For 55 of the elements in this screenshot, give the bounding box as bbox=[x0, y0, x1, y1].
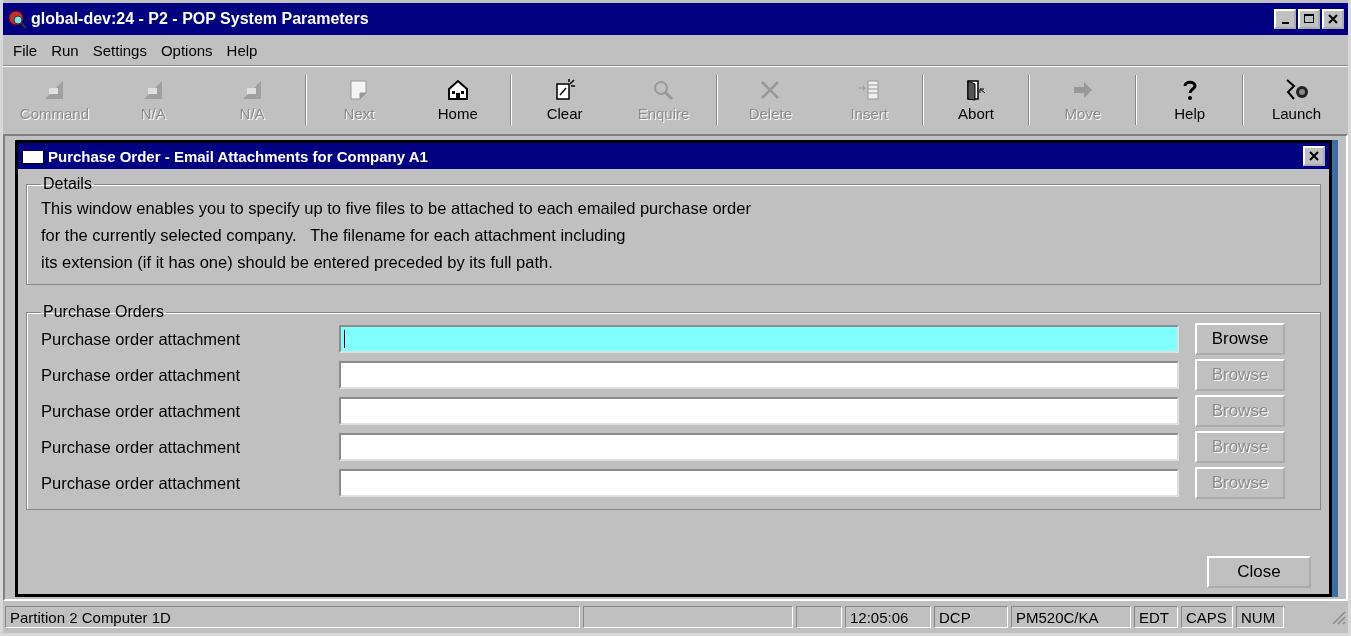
close-button[interactable] bbox=[1322, 9, 1344, 29]
menu-item[interactable]: Settings bbox=[86, 41, 155, 59]
description-text: its extension (if it has one) should be entered preceded by its full path. bbox=[41, 252, 554, 273]
minimize-button[interactable] bbox=[1274, 9, 1296, 29]
sparkle-page-icon bbox=[553, 78, 576, 101]
maximize-button[interactable] bbox=[1298, 9, 1320, 29]
menu-item[interactable]: Run bbox=[45, 41, 87, 59]
input-field[interactable] bbox=[339, 469, 1179, 497]
status-panel: NUM bbox=[1236, 606, 1284, 628]
close-icon bbox=[1308, 150, 1320, 162]
field-label: Purchase order attachment bbox=[41, 437, 242, 457]
field-label: Purchase order attachment bbox=[41, 329, 242, 349]
window-icon bbox=[22, 148, 44, 164]
field-label: Purchase order attachment bbox=[41, 473, 242, 493]
minimize-icon bbox=[1281, 22, 1289, 24]
input-field[interactable] bbox=[339, 361, 1179, 389]
description-text: This window enables you to specify up to five files to be attached to each emailed purchase order bbox=[41, 198, 752, 219]
page-icon bbox=[347, 78, 370, 101]
group-label: Purchase Orders bbox=[42, 303, 165, 321]
toolbar-button[interactable]: Help bbox=[1140, 70, 1240, 130]
input-field[interactable] bbox=[339, 433, 1179, 461]
resize-grip-icon bbox=[1330, 609, 1346, 625]
maximize-icon bbox=[1303, 13, 1315, 25]
close-button[interactable]: Close bbox=[1207, 556, 1311, 588]
close-icon bbox=[1327, 13, 1339, 25]
status-panel: EDT bbox=[1134, 606, 1178, 628]
field-label: Purchase order attachment bbox=[41, 365, 242, 385]
globe-magnifier-icon bbox=[7, 9, 27, 29]
cross-icon bbox=[759, 78, 782, 101]
menu-item[interactable]: Help bbox=[220, 41, 266, 59]
dialog-title: Purchase Order - Email Attachments for Company A1 bbox=[48, 147, 429, 165]
empty-status-panel bbox=[796, 606, 842, 628]
toolbar-button[interactable]: Launch bbox=[1247, 70, 1346, 130]
status-message: Partition 2 Computer 1D bbox=[5, 606, 580, 628]
group-label: Details bbox=[42, 175, 93, 193]
search-icon bbox=[652, 78, 675, 101]
status-panel: CAPS bbox=[1181, 606, 1233, 628]
menu-item[interactable]: File bbox=[7, 41, 46, 59]
status-panel: PM520C/KA bbox=[1011, 606, 1131, 628]
input-field[interactable] bbox=[339, 397, 1179, 425]
description-text: for the currently selected company. The filename for each attachment including bbox=[41, 225, 627, 246]
input-field[interactable] bbox=[339, 325, 1179, 353]
toolbar-button[interactable]: Clear bbox=[515, 70, 615, 130]
house-icon bbox=[446, 78, 469, 101]
toolbar-button[interactable]: Home bbox=[408, 70, 508, 130]
browse-button[interactable]: Browse bbox=[1195, 323, 1285, 355]
door-exit-icon bbox=[965, 78, 987, 101]
toolbar-button[interactable]: Abort bbox=[926, 70, 1026, 130]
status-panel: 12:05:06 bbox=[845, 606, 931, 628]
insert-rows-icon bbox=[858, 78, 881, 101]
field-label: Purchase order attachment bbox=[41, 401, 242, 421]
status-panel: DCP bbox=[934, 606, 1008, 628]
close-button[interactable] bbox=[1303, 146, 1325, 166]
menu-item[interactable]: Options bbox=[154, 41, 221, 59]
window-title: global-dev:24 - P2 - POP System Parameters bbox=[31, 10, 370, 28]
